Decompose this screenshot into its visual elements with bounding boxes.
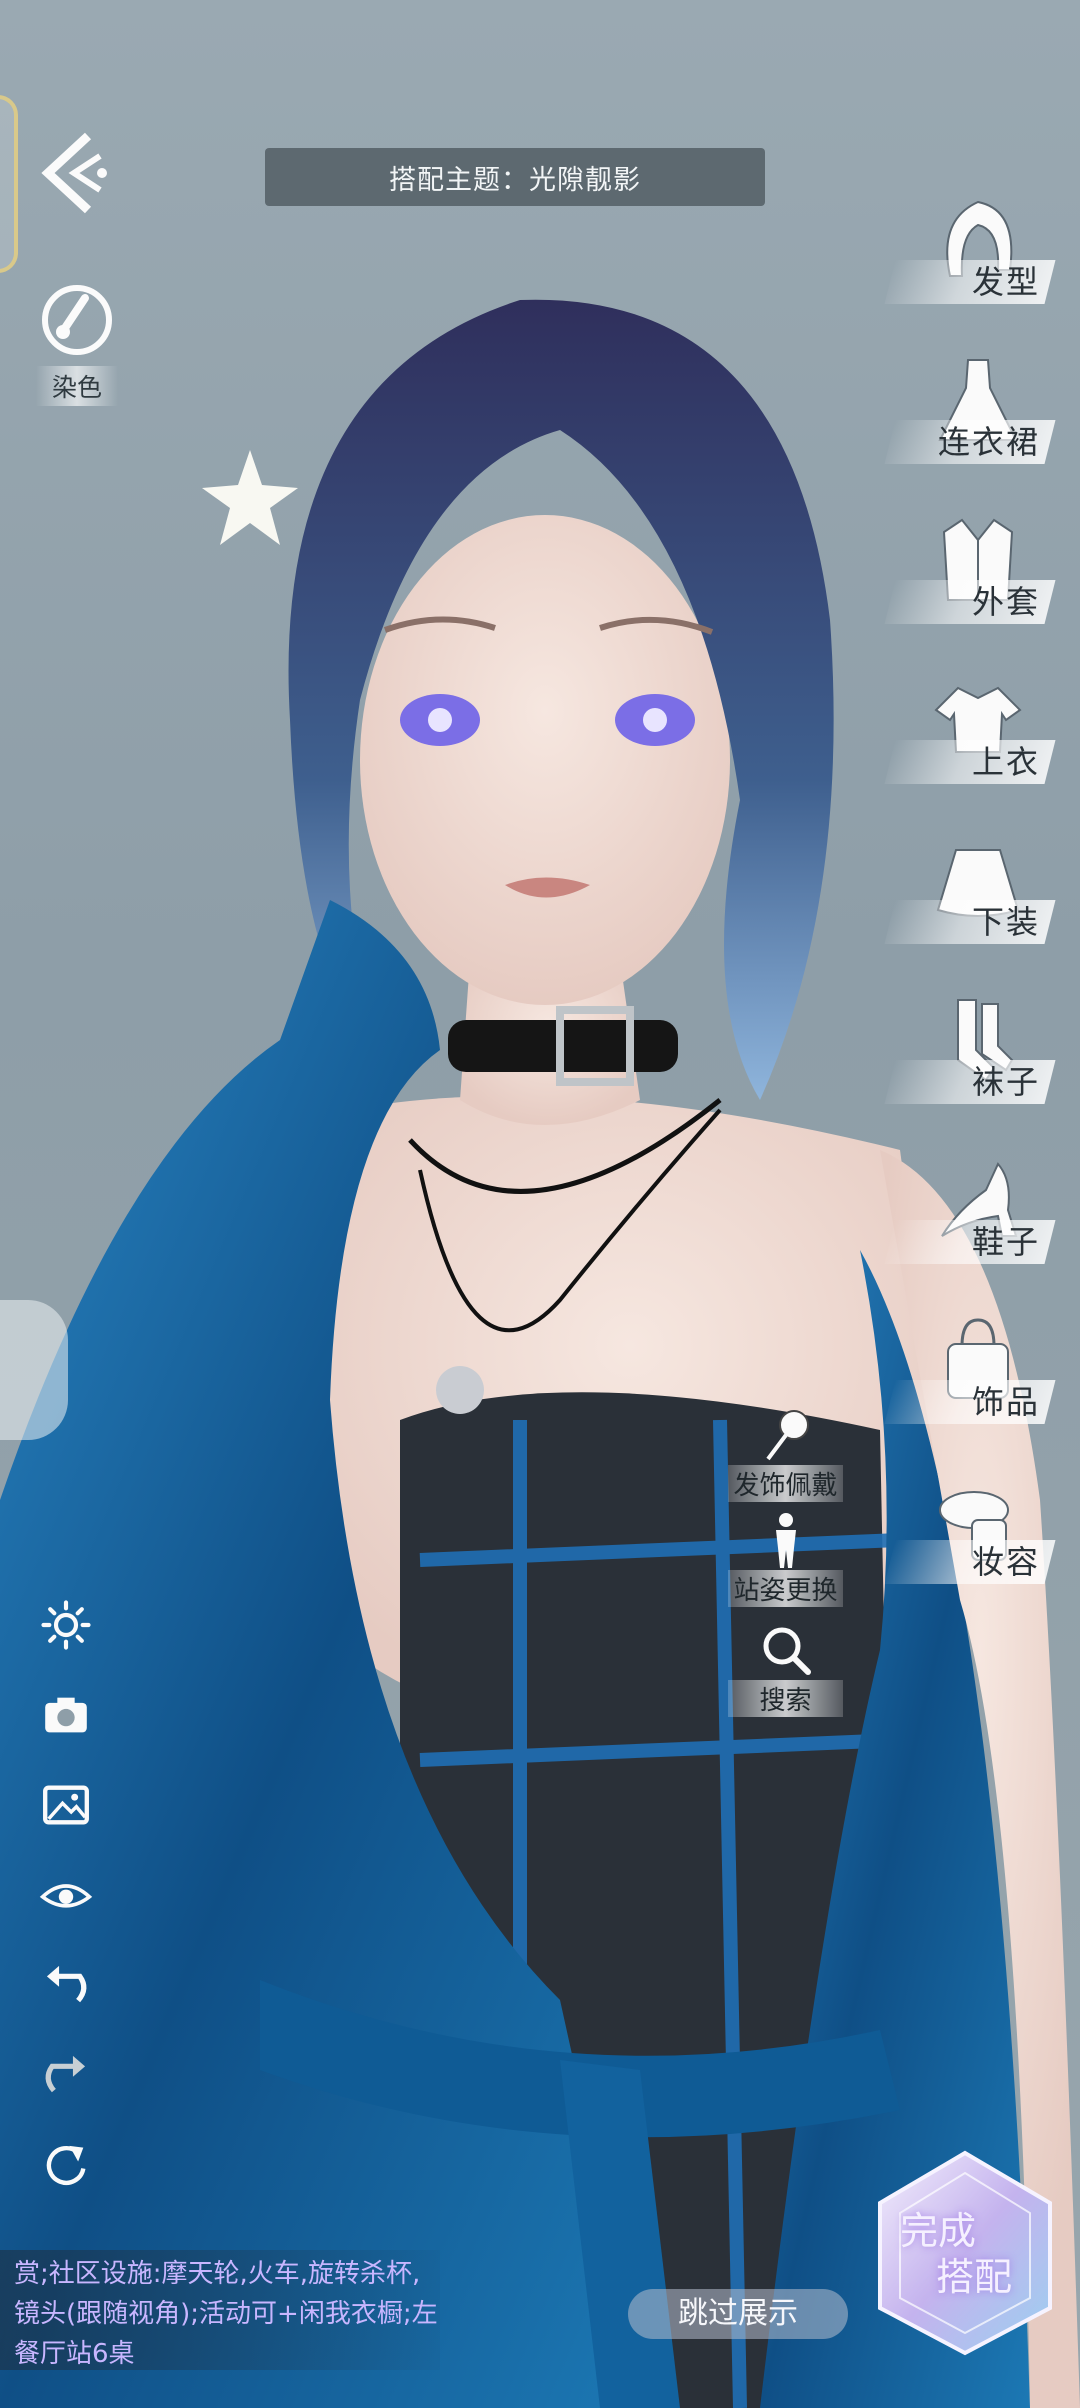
category-top[interactable]: 上衣 — [880, 670, 1080, 830]
image-icon — [43, 1785, 89, 1825]
category-accessories[interactable]: 饰品 — [880, 1310, 1080, 1470]
undo-button[interactable] — [36, 1955, 96, 2015]
hair-ornament-label: 发饰佩戴 — [728, 1465, 843, 1502]
category-makeup-label: 妆容 — [971, 1543, 1040, 1581]
category-dress-label: 连衣裙 — [937, 423, 1040, 461]
back-button[interactable] — [30, 128, 110, 218]
dye-button[interactable]: 染色 — [22, 280, 132, 406]
eye-icon — [39, 1884, 93, 1908]
category-coat[interactable]: 外套 — [880, 510, 1080, 670]
category-makeup[interactable]: 妆容 — [880, 1470, 1080, 1630]
hair-ornament-icon — [756, 1405, 816, 1465]
category-socks-label: 袜子 — [971, 1063, 1040, 1101]
skip-showcase-label: 跳过展示 — [678, 2296, 798, 2331]
category-hair-label: 发型 — [971, 263, 1040, 301]
search-icon — [756, 1620, 816, 1680]
finish-outfit-button[interactable]: 完成 搭配 — [870, 2148, 1060, 2358]
dye-label: 染色 — [35, 366, 118, 406]
category-accessories-label: 饰品 — [971, 1383, 1040, 1421]
skip-showcase-button[interactable]: 跳过展示 — [628, 2289, 848, 2339]
search-label: 搜索 — [728, 1680, 843, 1717]
redo-icon — [45, 2055, 86, 2093]
category-list: 发型 连衣裙 外套 上衣 下装 袜子 鞋子 饰品 妆容 — [880, 190, 1080, 1630]
finish-line1: 完成 — [900, 2209, 977, 2253]
category-socks[interactable]: 袜子 — [880, 990, 1080, 1150]
hide-panel-handle[interactable] — [0, 1300, 68, 1440]
pose-change-button[interactable]: 站姿更换 — [728, 1510, 843, 1607]
hair-ornament-button[interactable]: 发饰佩戴 — [728, 1405, 843, 1502]
category-shoes-label: 鞋子 — [971, 1223, 1040, 1261]
reset-icon — [46, 2145, 86, 2185]
event-notice-text: 赏;社区设施:摩天轮,火车,旋转杀杯,镜头(跟随视角);活动可+闲我衣橱;左餐厅… — [14, 2259, 438, 2369]
pose-icon — [756, 1510, 816, 1570]
pose-change-label: 站姿更换 — [728, 1570, 843, 1607]
undo-icon — [46, 1965, 87, 2003]
category-top-label: 上衣 — [971, 743, 1040, 781]
reset-button[interactable] — [36, 2135, 96, 2195]
category-coat-label: 外套 — [971, 583, 1040, 621]
gallery-button[interactable] — [36, 1775, 96, 1835]
outfit-theme-text: 搭配主题：光隙靓影 — [389, 164, 641, 196]
search-button[interactable]: 搜索 — [728, 1620, 843, 1717]
redo-button[interactable] — [36, 2045, 96, 2105]
back-chevron-icon — [41, 132, 107, 214]
dye-brush-icon — [37, 280, 117, 360]
camera-icon — [45, 1697, 87, 1733]
camera-button[interactable] — [36, 1685, 96, 1745]
outfit-theme-banner: 搭配主题：光隙靓影 — [265, 148, 765, 206]
side-panel-edge — [0, 95, 18, 273]
visibility-button[interactable] — [36, 1865, 96, 1925]
category-bottoms-label: 下装 — [971, 903, 1040, 941]
category-bottoms[interactable]: 下装 — [880, 830, 1080, 990]
left-toolbar — [36, 1595, 96, 2225]
lighting-button[interactable] — [36, 1595, 96, 1655]
category-hair[interactable]: 发型 — [880, 190, 1080, 350]
category-shoes[interactable]: 鞋子 — [880, 1150, 1080, 1310]
category-dress[interactable]: 连衣裙 — [880, 350, 1080, 510]
event-notice: 赏;社区设施:摩天轮,火车,旋转杀杯,镜头(跟随视角);活动可+闲我衣橱;左餐厅… — [0, 2250, 440, 2370]
finish-line2: 搭配 — [936, 2255, 1013, 2299]
sun-icon — [41, 1600, 91, 1650]
